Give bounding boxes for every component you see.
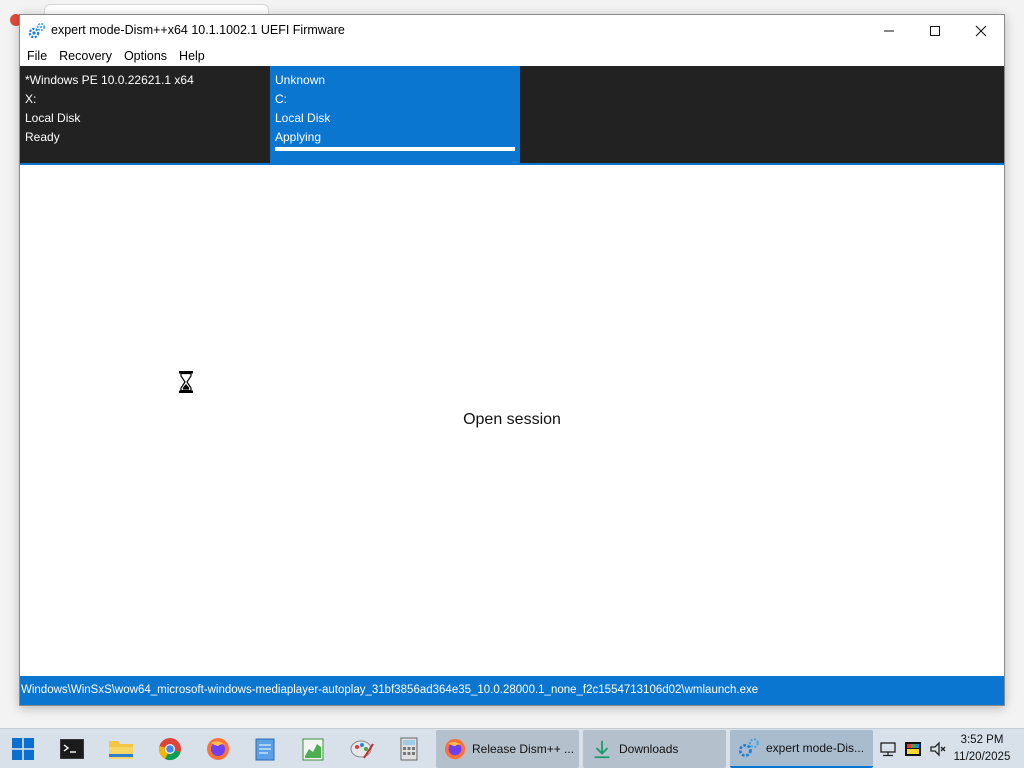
windows-logo-icon [12,738,34,760]
taskbar-firefox[interactable] [204,735,232,763]
menu-help[interactable]: Help [173,46,211,66]
status-bar: Windows\WinSxS\wow64_microsoft-windows-m… [20,676,1004,705]
session-info-panel: *Windows PE 10.0.22621.1 x64 X: Local Di… [20,66,1004,165]
dism-window: expert mode-Dism++x64 10.1.1002.1 UEFI F… [19,14,1005,706]
maximize-icon [930,25,940,36]
dism-gear-icon [28,22,46,39]
main-content: Open session [20,165,1004,676]
network-icon[interactable] [879,740,897,758]
download-icon [594,740,610,759]
menu-options[interactable]: Options [118,46,173,66]
status-file-path: Windows\WinSxS\wow64_microsoft-windows-m… [21,684,759,696]
clock-date: 11/20/2025 [953,751,1011,763]
task-manager-icon [302,738,324,761]
session-disk-type: Local Disk [25,111,81,125]
minimize-button[interactable] [866,15,912,46]
hourglass-cursor-icon [179,371,193,393]
taskbar-calculator[interactable] [395,735,423,763]
task-label: expert mode-Dis... [766,741,865,755]
session-drive-label: X: [25,92,37,106]
apply-progress-bar [275,147,515,153]
chrome-icon [159,738,181,761]
calculator-icon [400,737,418,761]
notepad-icon [255,738,275,761]
terminal-icon [60,739,84,759]
session-os-label: *Windows PE 10.0.22621.1 x64 [25,73,194,87]
session-message: Open session [463,411,561,428]
dism-icon [738,738,759,757]
maximize-button[interactable] [912,15,958,46]
apply-progress-fill [275,147,515,151]
session-drive-label: C: [275,92,287,106]
taskbar-task-dism[interactable]: expert mode-Dis... [730,730,873,768]
close-icon [975,25,987,36]
taskbar-file-explorer[interactable] [107,735,135,763]
taskbar-clock[interactable]: 3:52 PM 11/20/2025 [940,732,1024,766]
taskbar-terminal[interactable] [58,735,86,763]
close-button[interactable] [958,15,1004,46]
firefox-icon [444,738,466,760]
taskbar-chrome[interactable] [156,735,184,763]
color-display-icon[interactable] [904,740,922,758]
taskbar-notepad[interactable] [251,735,279,763]
session-card-selected[interactable]: Unknown C: Local Disk Applying [270,66,520,163]
session-card-winpe[interactable]: *Windows PE 10.0.22621.1 x64 X: Local Di… [20,66,270,163]
taskbar-task-downloads[interactable]: Downloads [583,730,726,768]
task-label: Release Dism++ ... [472,742,575,756]
title-bar[interactable]: expert mode-Dism++x64 10.1.1002.1 UEFI F… [20,15,1004,46]
firefox-icon [207,738,229,760]
clock-time: 3:52 PM [960,734,1004,746]
session-status: Applying [275,130,322,144]
start-button[interactable] [9,735,37,763]
menu-bar: File Recovery Options Help [20,46,1004,66]
session-os-label: Unknown [275,73,326,87]
folder-icon [109,741,133,759]
paint-icon [350,740,374,759]
minimize-icon [884,30,894,31]
session-disk-type: Local Disk [275,111,331,125]
window-title: expert mode-Dism++x64 10.1.1002.1 UEFI F… [51,23,345,37]
taskbar-task-firefox-window[interactable]: Release Dism++ ... [436,730,579,768]
menu-recovery[interactable]: Recovery [53,46,118,66]
taskbar: Release Dism++ ... Downloads expert mode… [0,728,1024,768]
task-label: Downloads [619,742,679,756]
menu-file[interactable]: File [21,46,53,66]
session-status: Ready [25,130,60,144]
taskbar-task-manager[interactable] [299,735,327,763]
taskbar-paint[interactable] [348,735,376,763]
